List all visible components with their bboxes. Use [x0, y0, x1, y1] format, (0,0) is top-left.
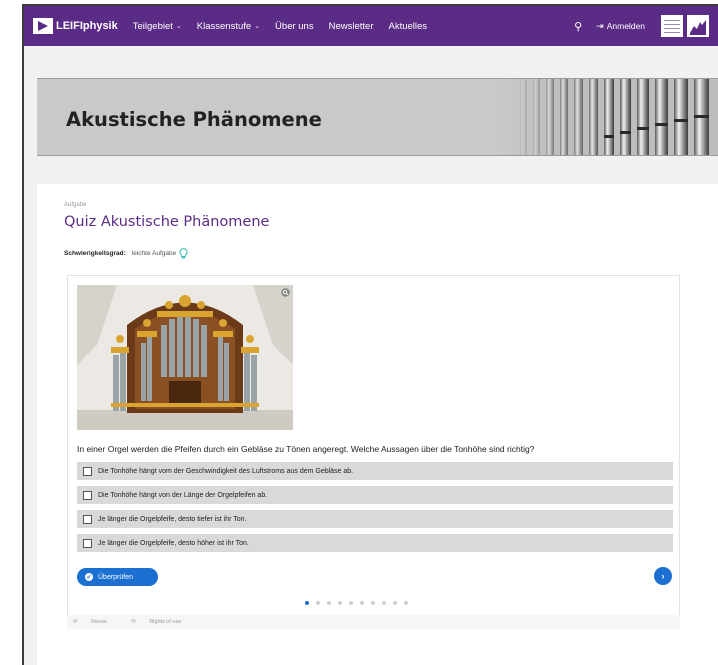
question-text: In einer Orgel werden die Pfeifen durch … [77, 444, 535, 454]
partner-logo-icon[interactable] [687, 15, 709, 37]
nav-item-newsletter[interactable]: Newsletter [329, 21, 374, 32]
login-icon: ⇥ [596, 20, 604, 31]
hero-banner: Akustische Phänomene [37, 78, 718, 156]
logo-text: LEIFIphysik [56, 20, 118, 32]
nav-right-group: ⚲ ⇥ Anmelden [574, 15, 718, 37]
partner-badge-icon[interactable] [661, 15, 683, 37]
pagination-dot[interactable] [338, 601, 342, 605]
nav-label: Klassenstufe [196, 20, 252, 32]
pagination-dot[interactable] [305, 601, 309, 605]
quiz-title: Quiz Akustische Phänomene [64, 214, 270, 230]
chevron-right-icon: › [661, 571, 665, 581]
content-card: Aufgabe Quiz Akustische Phänomene Schwie… [37, 184, 718, 665]
option-label: Die Tonhöhe hängt von der Länge der Orge… [98, 491, 268, 499]
logo-icon [33, 18, 53, 34]
difficulty-value: leichte Aufgabe [131, 250, 177, 257]
difficulty-label: Schwierigkeitsgrad: [64, 250, 126, 257]
pagination-dot[interactable] [327, 601, 331, 605]
rights-label: Rights of use [149, 619, 182, 625]
nav-label: Newsletter [328, 20, 374, 32]
checkbox[interactable] [83, 514, 92, 524]
next-question-button[interactable]: › [654, 567, 672, 585]
search-icon[interactable]: ⚲ [574, 20, 582, 33]
organ-pipes-image [500, 79, 718, 155]
nav-item-aktuelles[interactable]: Aktuelles [388, 21, 427, 32]
organ-photo[interactable] [77, 285, 293, 430]
rights-icon: ⟲ [131, 619, 136, 625]
pagination-dot[interactable] [371, 601, 375, 605]
browser-viewport: LEIFIphysik Teilgebiet ⌄ Klassenstufe ⌄ … [22, 4, 718, 665]
answer-option-1[interactable]: Die Tonhöhe hängt vom der Geschwindigkei… [77, 462, 673, 480]
nav-label: Über uns [275, 20, 314, 32]
quiz-container: In einer Orgel werden die Pfeifen durch … [67, 275, 680, 625]
option-label: Die Tonhöhe hängt vom der Geschwindigkei… [98, 467, 354, 475]
reuse-link[interactable]: ⟳ Reuse [73, 619, 119, 625]
checkbox[interactable] [83, 490, 92, 500]
nav-item-ueber-uns[interactable]: Über uns [275, 21, 314, 32]
chevron-down-icon: ⌄ [254, 23, 261, 30]
content-footer: ⟳ Reuse ⟲ Rights of use [67, 615, 680, 629]
zoom-icon[interactable] [281, 288, 290, 297]
difficulty-row: Schwierigkeitsgrad: leichte Aufgabe [64, 248, 188, 259]
page-title: Akustische Phänomene [66, 108, 322, 131]
chevron-down-icon: ⌄ [175, 23, 182, 30]
bulb-icon [179, 248, 188, 259]
top-navigation: LEIFIphysik Teilgebiet ⌄ Klassenstufe ⌄ … [24, 6, 718, 46]
pagination-dot[interactable] [404, 601, 408, 605]
answer-option-2[interactable]: Die Tonhöhe hängt von der Länge der Orge… [77, 486, 673, 504]
pagination-dot[interactable] [349, 601, 353, 605]
rights-link[interactable]: ⟲ Rights of use [131, 619, 193, 625]
answer-option-3[interactable]: Je länger die Orgelpfeife, desto tiefer … [77, 510, 673, 528]
check-label: Überprüfen [98, 573, 134, 581]
nav-item-klassenstufe[interactable]: Klassenstufe ⌄ [197, 21, 260, 32]
pagination-dot[interactable] [316, 601, 320, 605]
reuse-icon: ⟳ [73, 619, 78, 625]
check-answer-button[interactable]: ✔ Überprüfen [77, 568, 158, 586]
pagination-dot[interactable] [382, 601, 386, 605]
check-circle-icon: ✔ [85, 573, 93, 581]
task-kicker: Aufgabe [64, 202, 87, 208]
pagination-dot[interactable] [360, 601, 364, 605]
checkbox[interactable] [83, 466, 92, 476]
checkbox[interactable] [83, 538, 92, 548]
nav-item-teilgebiet[interactable]: Teilgebiet ⌄ [133, 21, 182, 32]
login-link[interactable]: ⇥ Anmelden [596, 21, 645, 32]
reuse-label: Reuse [91, 619, 108, 625]
nav-label: Teilgebiet [132, 20, 173, 32]
answer-option-4[interactable]: Je länger die Orgelpfeife, desto höher i… [77, 534, 673, 552]
pagination-dots [305, 601, 415, 605]
nav-label: Aktuelles [388, 20, 428, 32]
option-label: Je länger die Orgelpfeife, desto höher i… [98, 539, 249, 547]
option-label: Je länger die Orgelpfeife, desto tiefer … [98, 515, 247, 523]
login-label: Anmelden [606, 21, 645, 31]
site-logo[interactable]: LEIFIphysik [33, 18, 118, 34]
pagination-dot[interactable] [393, 601, 397, 605]
